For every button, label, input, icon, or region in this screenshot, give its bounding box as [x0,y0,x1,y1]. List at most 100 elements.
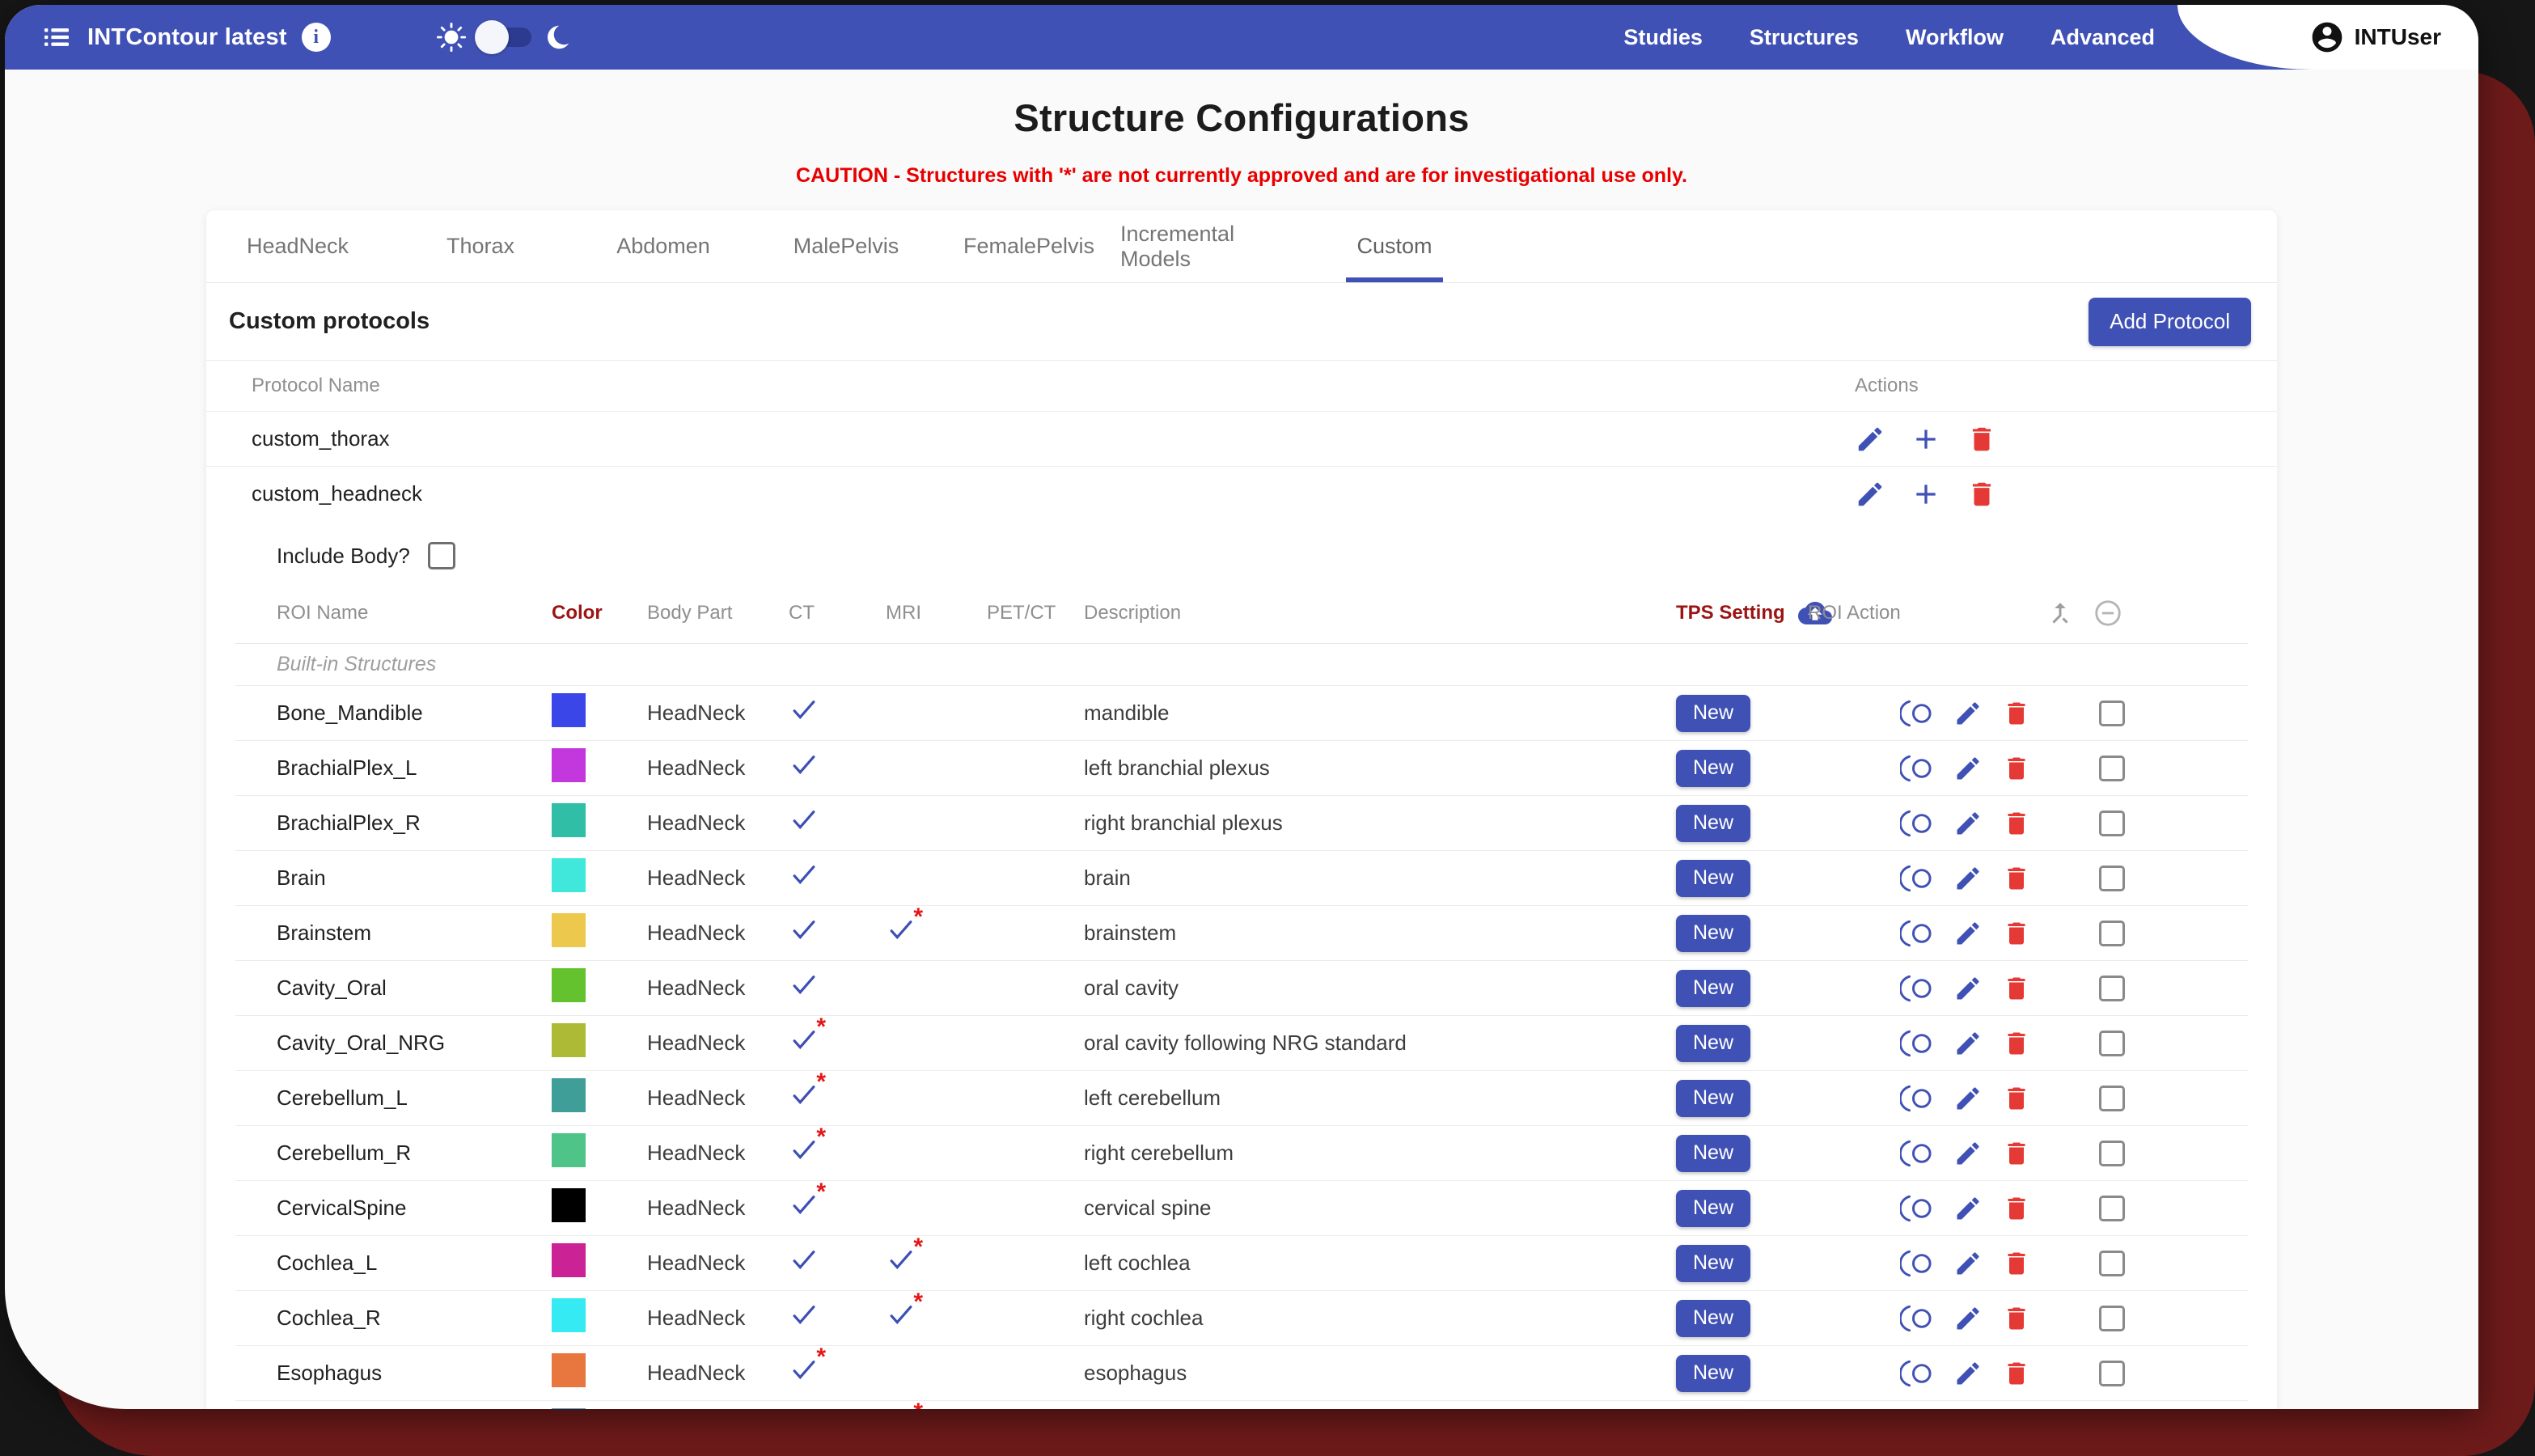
nav-link-studies[interactable]: Studies [1623,25,1703,50]
contour-icon[interactable] [1900,1304,1934,1333]
contour-icon[interactable] [1900,1249,1934,1278]
nav-link-structures[interactable]: Structures [1750,25,1859,50]
color-swatch[interactable] [552,693,586,727]
tps-new-button[interactable]: New [1676,805,1750,842]
tps-new-button[interactable]: New [1676,1300,1750,1337]
delete-roi-icon[interactable] [2002,1084,2031,1113]
nav-link-workflow[interactable]: Workflow [1906,25,2004,50]
info-icon[interactable]: i [302,23,331,52]
tps-new-button[interactable]: New [1676,1355,1750,1392]
delete-roi-icon[interactable] [2002,1304,2031,1333]
color-swatch[interactable] [552,1078,586,1112]
color-swatch[interactable] [552,913,586,947]
edit-roi-icon[interactable] [1953,1249,1983,1278]
color-swatch[interactable] [552,1243,586,1277]
edit-roi-icon[interactable] [1953,699,1983,728]
delete-roi-icon[interactable] [2002,699,2031,728]
tps-new-button[interactable]: New [1676,915,1750,952]
delete-roi-icon[interactable] [2002,919,2031,948]
tab-custom[interactable]: Custom [1303,210,1486,282]
color-swatch[interactable] [552,803,586,837]
menu-icon[interactable] [40,21,73,53]
add-protocol-button[interactable]: Add Protocol [2089,298,2251,346]
edit-roi-icon[interactable] [1953,919,1983,948]
roi-select-checkbox[interactable] [2099,700,2125,726]
roi-select-checkbox[interactable] [2099,756,2125,781]
contour-icon[interactable] [1900,1139,1934,1168]
tps-new-button[interactable]: New [1676,1245,1750,1282]
edit-roi-icon[interactable] [1953,1359,1983,1388]
color-swatch[interactable] [552,1133,586,1167]
edit-roi-icon[interactable] [1953,864,1983,893]
contour-icon[interactable] [1900,974,1934,1003]
merge-icon[interactable] [2046,599,2075,628]
tps-new-button[interactable]: New [1676,750,1750,787]
contour-icon[interactable] [1900,1029,1934,1058]
contour-icon[interactable] [1900,864,1934,893]
tab-femalepelvis[interactable]: FemalePelvis [937,210,1120,282]
roi-select-checkbox[interactable] [2099,1031,2125,1056]
delete-roi-icon[interactable] [2002,754,2031,783]
tps-new-button[interactable]: New [1676,695,1750,732]
roi-select-checkbox[interactable] [2099,1141,2125,1166]
contour-icon[interactable] [1900,1084,1934,1113]
add-structure-icon[interactable] [1910,478,1942,510]
edit-protocol-icon[interactable] [1855,424,1885,455]
contour-icon[interactable] [1900,1194,1934,1223]
color-swatch[interactable] [552,1353,586,1387]
tab-malepelvis[interactable]: MalePelvis [755,210,937,282]
color-swatch[interactable] [552,1408,586,1409]
roi-select-checkbox[interactable] [2099,1086,2125,1111]
nav-link-advanced[interactable]: Advanced [2050,25,2155,50]
edit-roi-icon[interactable] [1953,1194,1983,1223]
edit-roi-icon[interactable] [1953,809,1983,838]
edit-roi-icon[interactable] [1953,754,1983,783]
delete-roi-icon[interactable] [2002,974,2031,1003]
roi-select-checkbox[interactable] [2099,1196,2125,1221]
color-swatch[interactable] [552,858,586,892]
color-swatch[interactable] [552,748,586,782]
roi-select-checkbox[interactable] [2099,1251,2125,1276]
delete-roi-icon[interactable] [2002,1249,2031,1278]
edit-roi-icon[interactable] [1953,1139,1983,1168]
tab-headneck[interactable]: HeadNeck [206,210,389,282]
contour-icon[interactable] [1900,919,1934,948]
contour-icon[interactable] [1900,754,1934,783]
color-swatch[interactable] [552,968,586,1002]
contour-icon[interactable] [1900,1359,1934,1388]
roi-select-checkbox[interactable] [2099,921,2125,946]
delete-roi-icon[interactable] [2002,1359,2031,1388]
edit-roi-icon[interactable] [1953,1029,1983,1058]
include-body-checkbox[interactable] [428,542,455,569]
tab-thorax[interactable]: Thorax [389,210,572,282]
tps-new-button[interactable]: New [1676,1080,1750,1117]
remove-circle-icon[interactable] [2093,598,2123,629]
delete-roi-icon[interactable] [2002,864,2031,893]
contour-icon[interactable] [1900,809,1934,838]
roi-select-checkbox[interactable] [2099,1361,2125,1386]
tps-new-button[interactable]: New [1676,1135,1750,1172]
delete-roi-icon[interactable] [2002,809,2031,838]
tps-new-button[interactable]: New [1676,1025,1750,1062]
tps-new-button[interactable]: New [1676,1190,1750,1227]
user-area[interactable]: INTUser [2177,5,2478,70]
theme-switch-knob[interactable] [475,20,509,54]
tps-new-button[interactable]: New [1676,970,1750,1007]
delete-roi-icon[interactable] [2002,1194,2031,1223]
edit-roi-icon[interactable] [1953,974,1983,1003]
color-swatch[interactable] [552,1298,586,1332]
tab-abdomen[interactable]: Abdomen [572,210,755,282]
edit-protocol-icon[interactable] [1855,479,1885,510]
tab-incremental-models[interactable]: Incremental Models [1120,210,1303,282]
delete-roi-icon[interactable] [2002,1139,2031,1168]
roi-select-checkbox[interactable] [2099,866,2125,891]
theme-switch[interactable] [475,25,535,49]
roi-select-checkbox[interactable] [2099,811,2125,836]
edit-roi-icon[interactable] [1953,1084,1983,1113]
edit-roi-icon[interactable] [1953,1304,1983,1333]
delete-protocol-icon[interactable] [1966,479,1997,510]
contour-icon[interactable] [1900,699,1934,728]
roi-select-checkbox[interactable] [2099,1306,2125,1331]
color-swatch[interactable] [552,1188,586,1222]
roi-select-checkbox[interactable] [2099,976,2125,1001]
